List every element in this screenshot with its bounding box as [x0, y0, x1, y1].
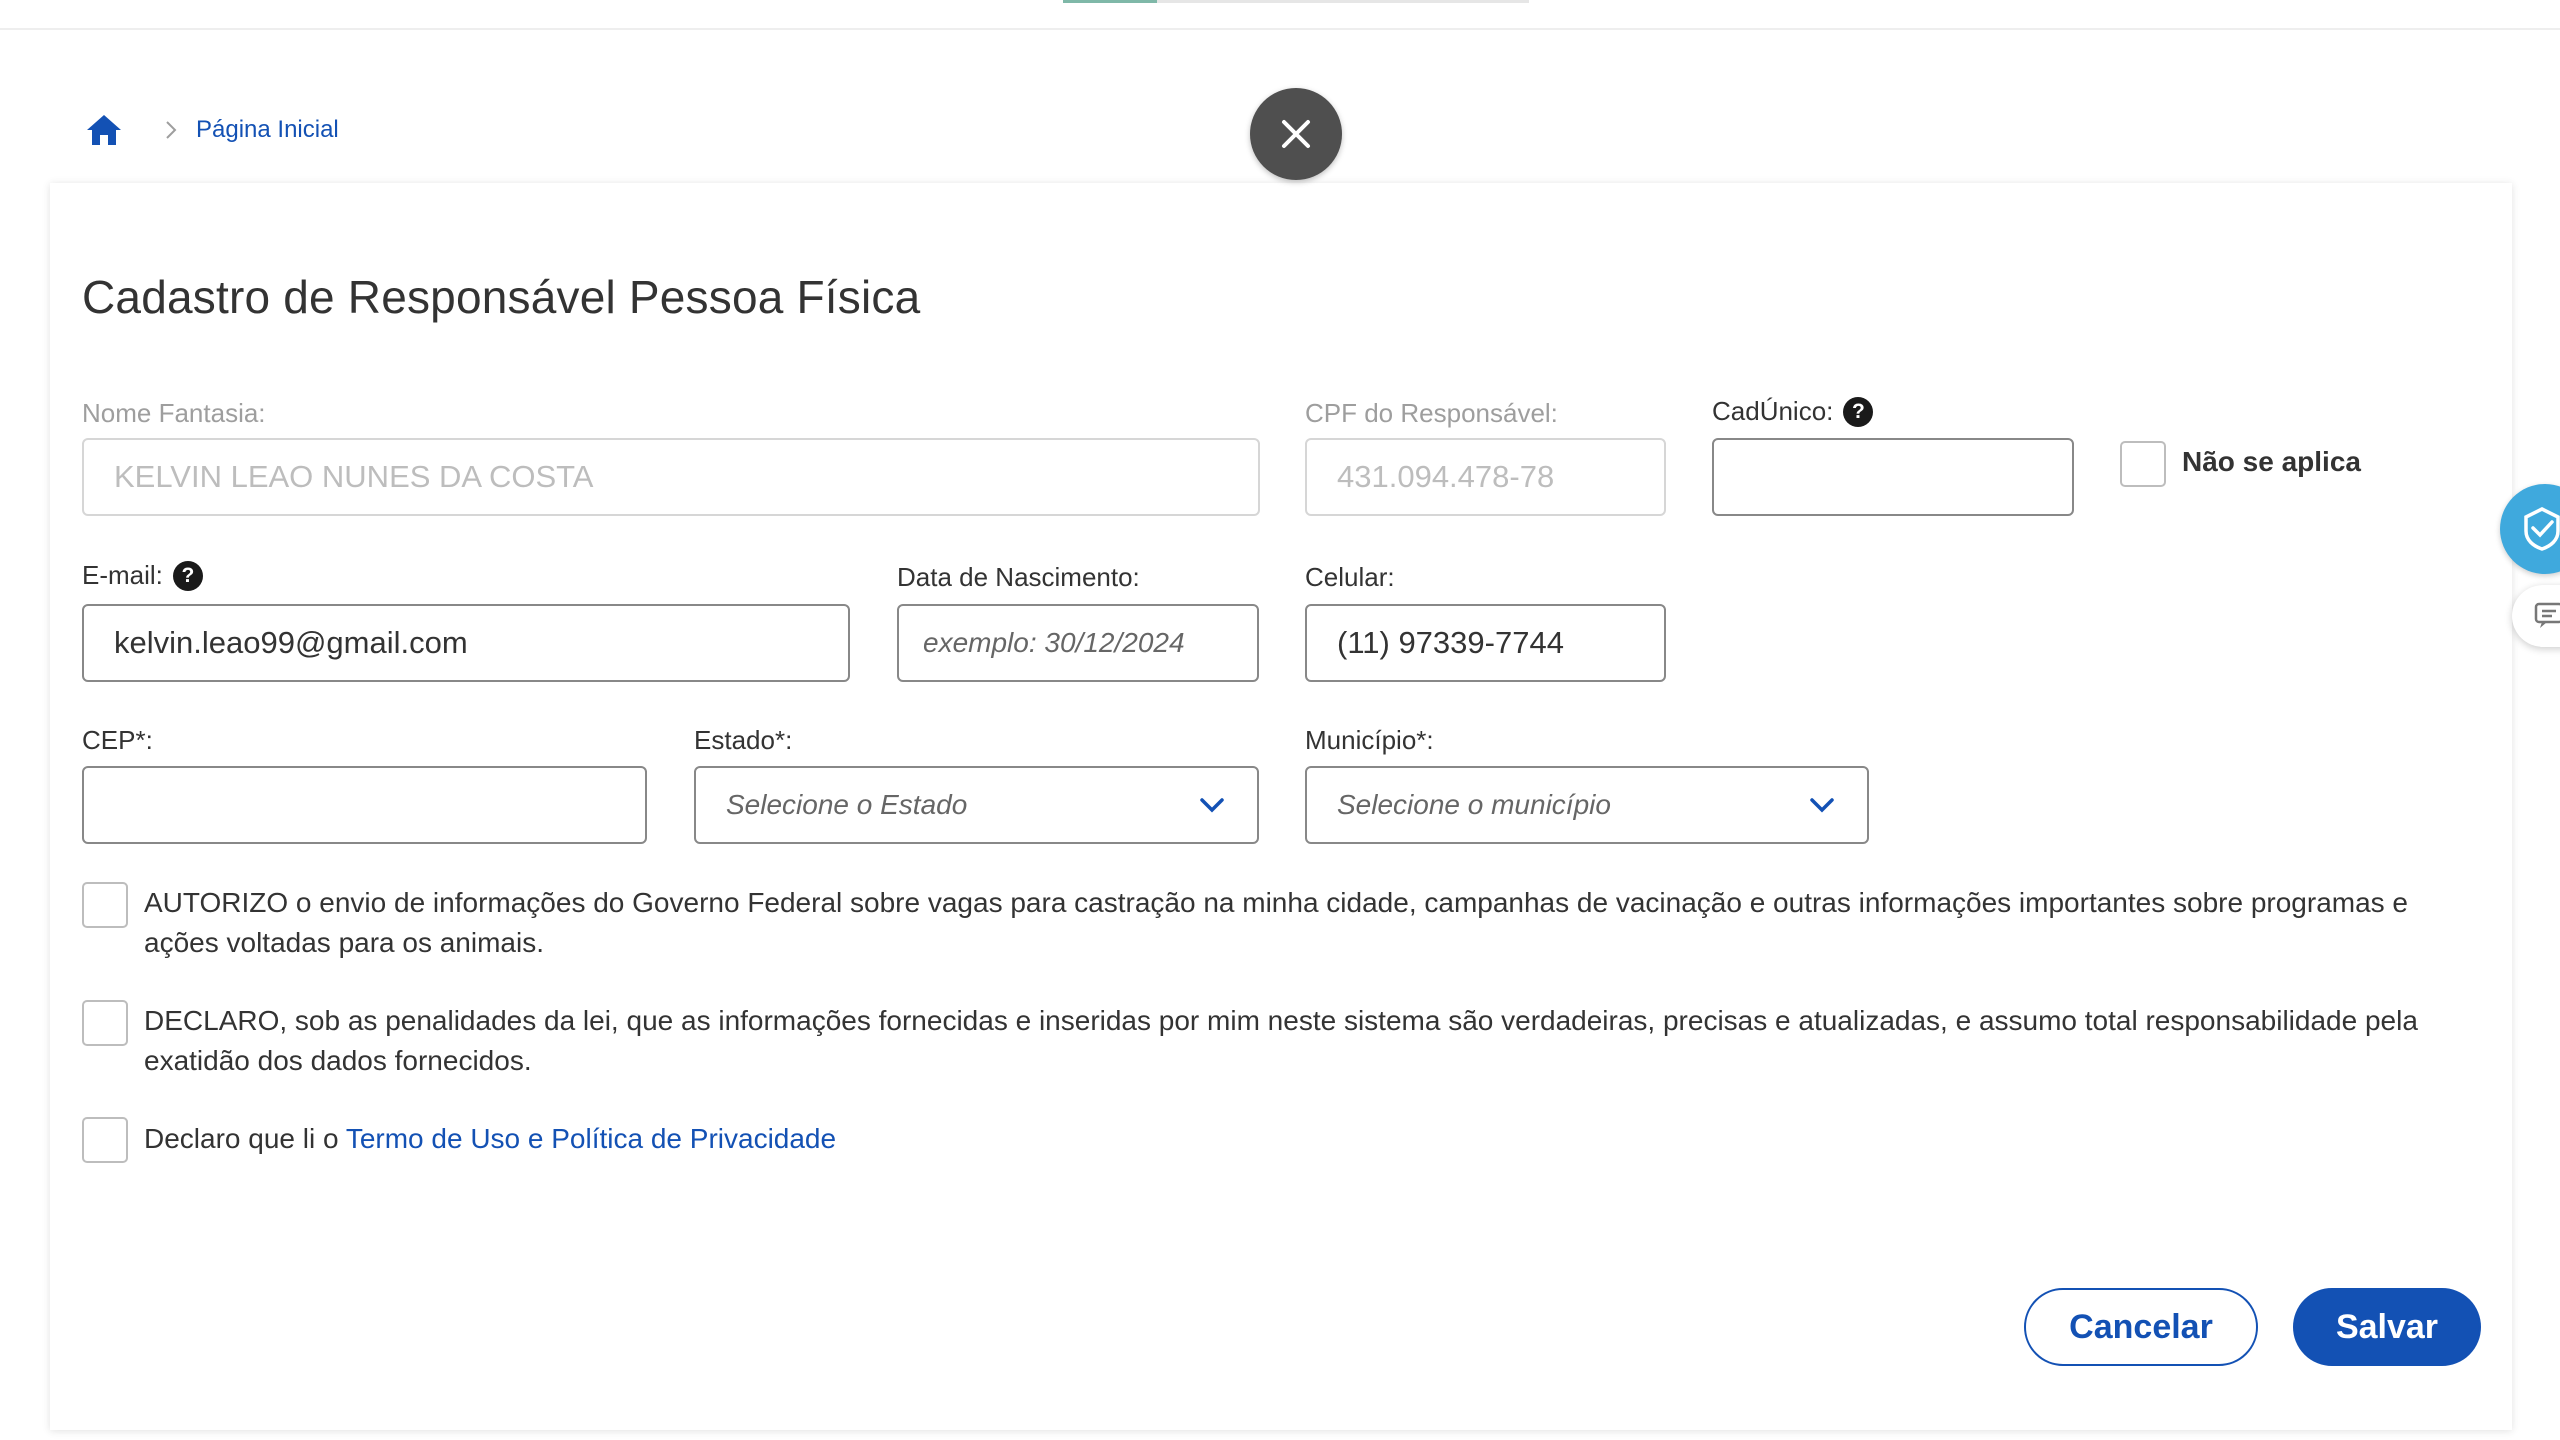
progress-segment-active	[1063, 0, 1157, 3]
municipio-label: Município*:	[1305, 725, 1434, 755]
cep-label: CEP*:	[82, 725, 153, 755]
nome-fantasia-label: Nome Fantasia:	[82, 398, 266, 428]
nao-se-aplica-checkbox[interactable]	[2120, 441, 2166, 487]
progress-segment-inactive	[1157, 0, 1529, 3]
celular-input[interactable]: (11) 97339-7744	[1305, 604, 1666, 682]
close-button[interactable]	[1250, 88, 1342, 180]
municipio-select[interactable]: Selecione o município	[1305, 766, 1869, 844]
close-icon	[1282, 120, 1310, 148]
nascimento-label: Data de Nascimento:	[897, 562, 1140, 592]
cancel-button[interactable]: Cancelar	[2024, 1288, 2258, 1366]
email-label: E-mail: ?	[82, 560, 203, 591]
cpf-label: CPF do Responsável:	[1305, 398, 1558, 428]
help-circle-icon[interactable]: ?	[1843, 396, 1874, 427]
nome-fantasia-input: KELVIN LEAO NUNES DA COSTA	[82, 438, 1260, 516]
declaro-checkbox[interactable]	[82, 1000, 128, 1046]
estado-select[interactable]: Selecione o Estado	[694, 766, 1259, 844]
shield-check-icon	[2524, 507, 2560, 551]
cep-input[interactable]	[82, 766, 647, 844]
termo-de-uso-link[interactable]: Termo de Uso e Política de Privacidade	[346, 1123, 836, 1154]
email-input[interactable]: kelvin.leao99@gmail.com	[82, 604, 850, 682]
declaro-label: DECLARO, sob as penalidades da lei, que …	[144, 1005, 2418, 1076]
nao-se-aplica-label: Não se aplica	[2182, 446, 2361, 477]
termo-checkbox[interactable]	[82, 1117, 128, 1163]
page-title: Cadastro de Responsável Pessoa Física	[82, 271, 921, 323]
estado-label: Estado*:	[694, 725, 793, 755]
chat-widget-button[interactable]	[2512, 585, 2560, 647]
home-icon[interactable]	[82, 110, 126, 150]
termo-label: Declaro que li o Termo de Uso e Política…	[144, 1123, 837, 1154]
nascimento-input[interactable]: exemplo: 30/12/2024	[897, 604, 1259, 682]
celular-label: Celular:	[1305, 562, 1395, 592]
cpf-input: 431.094.478-78	[1305, 438, 1666, 516]
save-button[interactable]: Salvar	[2293, 1288, 2481, 1366]
autorizo-label: AUTORIZO o envio de informações do Gover…	[144, 887, 2409, 958]
autorizo-checkbox[interactable]	[82, 882, 128, 928]
help-circle-icon[interactable]: ?	[172, 560, 203, 591]
chevron-right-icon	[164, 110, 184, 150]
breadcrumb-link-pagina-inicial[interactable]: Página Inicial	[196, 116, 339, 144]
top-progress-bar	[0, 0, 2560, 30]
cadunico-label: CadÚnico: ?	[1712, 396, 1874, 427]
cadunico-input[interactable]	[1712, 438, 2074, 516]
chevron-down-icon	[1807, 790, 1837, 820]
chat-icon	[2534, 602, 2560, 628]
chevron-down-icon	[1197, 790, 1227, 820]
breadcrumb: Página Inicial	[82, 110, 339, 150]
